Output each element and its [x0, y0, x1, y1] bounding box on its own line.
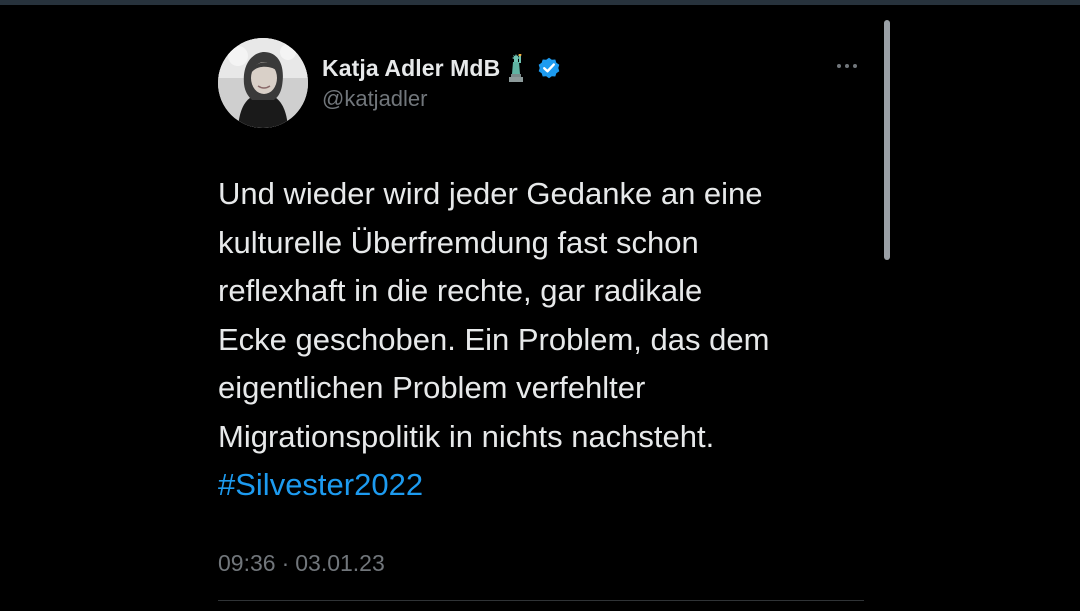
tweet-text-line: eigentlichen Problem verfehlter	[218, 370, 646, 405]
more-horizontal-icon	[853, 64, 857, 68]
avatar[interactable]	[218, 38, 308, 128]
verified-badge-icon	[536, 55, 562, 81]
hashtag-link[interactable]: #Silvester2022	[218, 461, 878, 510]
timestamp-separator: ·	[281, 550, 290, 576]
tweet-timestamp[interactable]: 09:36 · 03.01.23	[218, 550, 385, 577]
divider	[218, 600, 864, 601]
author-display-name[interactable]: Katja Adler MdB	[322, 55, 500, 82]
more-horizontal-icon	[837, 64, 841, 68]
more-horizontal-icon	[845, 64, 849, 68]
tweet-text-line: reflexhaft in die rechte, gar radikale	[218, 273, 703, 308]
tweet-text-line: Migrationspolitik in nichts nachsteht.	[218, 418, 715, 454]
tweet-text-line: Und wieder wird jeder Gedanke an eine	[218, 176, 763, 211]
tweet-card: Katja Adler MdB @katjadler Und wieder wi…	[0, 0, 1080, 611]
author-handle[interactable]: @katjadler	[322, 86, 428, 112]
tweet-text: Und wieder wird jeder Gedanke an eine ku…	[218, 170, 878, 510]
more-options-button[interactable]	[830, 56, 864, 76]
author-name-row: Katja Adler MdB	[322, 52, 562, 84]
tweet-text-line: kulturelle Überfremdung fast schon	[218, 224, 699, 260]
statue-of-liberty-icon	[506, 53, 528, 82]
scrollbar-thumb[interactable]	[884, 20, 890, 260]
tweet-date: 03.01.23	[295, 550, 385, 576]
tweet-text-line: Ecke geschoben. Ein Problem, das dem	[218, 321, 770, 357]
tweet-time: 09:36	[218, 550, 276, 576]
